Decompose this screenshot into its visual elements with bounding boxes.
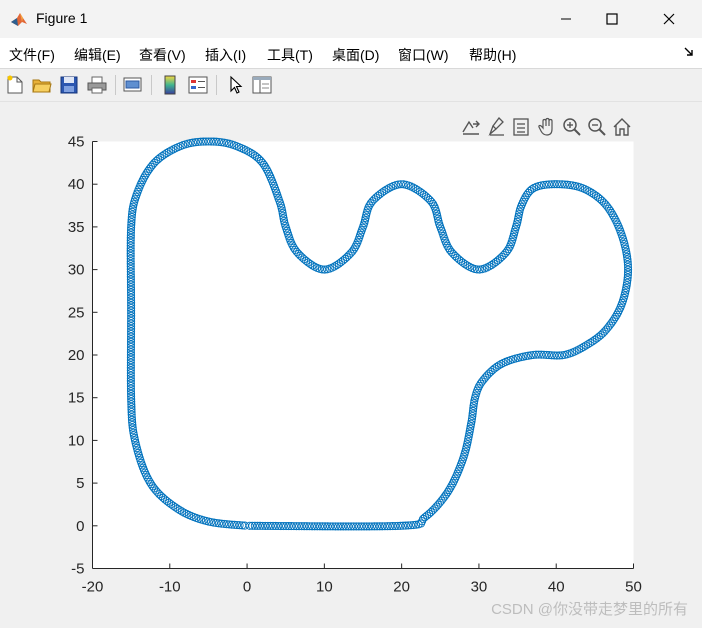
x-tick-label: -20 xyxy=(82,579,104,596)
watermark: CSDN @你没带走梦里的所有 xyxy=(491,601,688,618)
x-tick-label: -10 xyxy=(159,579,181,596)
x-tick-label: 40 xyxy=(548,579,565,596)
zoom-in-button[interactable] xyxy=(561,116,583,138)
y-tick-label: -5 xyxy=(71,561,84,578)
zoom-in-icon xyxy=(563,118,581,136)
home-icon xyxy=(613,118,631,136)
y-tick-label: 10 xyxy=(68,432,85,449)
zoom-out-icon xyxy=(588,118,606,136)
brush-icon xyxy=(488,117,504,137)
y-tick-label: 5 xyxy=(76,475,84,492)
export-icon xyxy=(462,120,480,135)
axes[interactable]: -20 -10 0 10 20 30 40 50 -5 0 5 10 15 20 25 30 35 40 45 xyxy=(0,0,702,628)
data-tips-button[interactable] xyxy=(510,116,532,138)
x-tick-label: 30 xyxy=(471,579,488,596)
x-tick-label: 20 xyxy=(393,579,410,596)
data-tips-icon xyxy=(513,118,529,136)
pan-icon xyxy=(538,117,553,136)
y-tick-label: 35 xyxy=(68,219,85,236)
y-tick-label: 30 xyxy=(68,262,85,279)
y-tick-label: 20 xyxy=(68,347,85,364)
y-tick-label: 45 xyxy=(68,134,85,151)
x-tick-label: 50 xyxy=(625,579,642,596)
export-button[interactable] xyxy=(460,116,482,138)
y-tick-label: 0 xyxy=(76,518,84,535)
pan-button[interactable] xyxy=(536,116,558,138)
y-tick-label: 25 xyxy=(68,304,85,321)
brush-button[interactable] xyxy=(486,116,508,138)
x-tick-label: 0 xyxy=(243,579,251,596)
home-button[interactable] xyxy=(611,116,633,138)
y-tick-label: 40 xyxy=(68,176,85,193)
x-tick-label: 10 xyxy=(316,579,333,596)
zoom-out-button[interactable] xyxy=(586,116,608,138)
y-tick-label: 15 xyxy=(68,390,85,407)
